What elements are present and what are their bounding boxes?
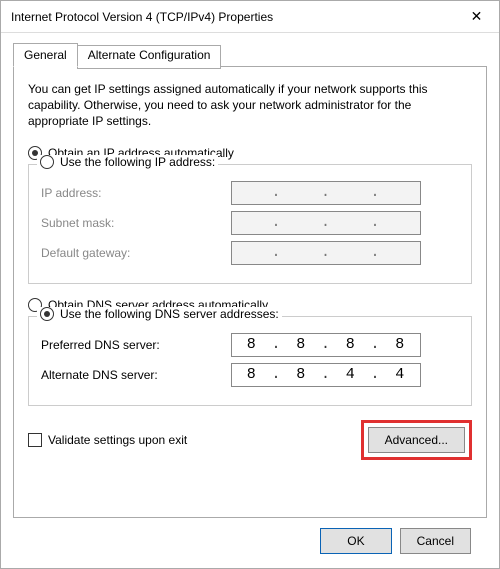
bottom-row: Validate settings upon exit Advanced...: [28, 420, 472, 460]
preferred-dns-input[interactable]: 8. 8. 8. 8: [231, 333, 421, 357]
tab-bar: General Alternate Configuration: [13, 43, 487, 67]
dialog-footer: OK Cancel: [13, 518, 487, 554]
radio-icon: [40, 307, 54, 321]
cancel-button[interactable]: Cancel: [400, 528, 471, 554]
ip-address-input: . . .: [231, 181, 421, 205]
validate-label: Validate settings upon exit: [48, 433, 187, 447]
titlebar: Internet Protocol Version 4 (TCP/IPv4) P…: [1, 1, 499, 33]
group-ip-manual: Use the following IP address: IP address…: [28, 164, 472, 284]
close-icon[interactable]: ✕: [454, 1, 499, 32]
ip-address-label: IP address:: [41, 186, 231, 200]
preferred-dns-label: Preferred DNS server:: [41, 338, 231, 352]
tab-general[interactable]: General: [13, 43, 78, 67]
radio-ip-manual[interactable]: Use the following IP address:: [37, 155, 218, 169]
advanced-highlight: Advanced...: [361, 420, 472, 460]
window-title: Internet Protocol Version 4 (TCP/IPv4) P…: [11, 10, 454, 24]
subnet-mask-input: . . .: [231, 211, 421, 235]
checkbox-icon: [28, 433, 42, 447]
radio-icon: [40, 155, 54, 169]
default-gateway-input: . . .: [231, 241, 421, 265]
dialog-window: Internet Protocol Version 4 (TCP/IPv4) P…: [0, 0, 500, 569]
ok-button[interactable]: OK: [320, 528, 391, 554]
radio-dns-manual-label: Use the following DNS server addresses:: [60, 307, 279, 321]
validate-checkbox[interactable]: Validate settings upon exit: [28, 433, 187, 447]
alternate-dns-label: Alternate DNS server:: [41, 368, 231, 382]
tab-panel-general: You can get IP settings assigned automat…: [13, 66, 487, 518]
advanced-button[interactable]: Advanced...: [368, 427, 465, 453]
default-gateway-label: Default gateway:: [41, 246, 231, 260]
content-area: General Alternate Configuration You can …: [1, 33, 499, 568]
alternate-dns-input[interactable]: 8. 8. 4. 4: [231, 363, 421, 387]
tab-alternate[interactable]: Alternate Configuration: [77, 45, 222, 69]
radio-ip-manual-label: Use the following IP address:: [60, 155, 215, 169]
group-dns-manual: Use the following DNS server addresses: …: [28, 316, 472, 406]
intro-text: You can get IP settings assigned automat…: [28, 81, 472, 130]
subnet-mask-label: Subnet mask:: [41, 216, 231, 230]
radio-dns-manual[interactable]: Use the following DNS server addresses:: [37, 307, 282, 321]
